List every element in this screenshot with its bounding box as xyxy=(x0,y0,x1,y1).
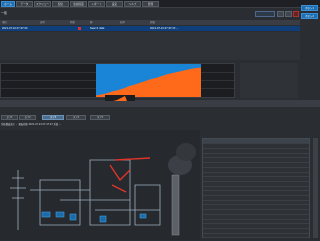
secondary-toolbar xyxy=(0,100,320,107)
tab-help[interactable]: ヘルプ xyxy=(124,1,141,7)
col-header: 状態 xyxy=(70,21,75,24)
minimize-button[interactable] xyxy=(277,11,284,17)
sub-tab-5[interactable]: タブ5 xyxy=(90,115,110,120)
area-chart xyxy=(96,64,201,97)
sub-tab-1[interactable]: タブ1 xyxy=(1,115,18,120)
data-table xyxy=(202,138,310,239)
sub-tab-2[interactable]: タブ2 xyxy=(19,115,36,120)
cell-value: Search data xyxy=(90,27,105,30)
tab-admin[interactable]: 管理 xyxy=(142,1,159,7)
close-icon[interactable] xyxy=(293,11,299,17)
tab-report[interactable]: レポート xyxy=(88,1,105,7)
mini-chart xyxy=(105,95,135,101)
cell-datetime: 2021-07-01 07:47:00 xyxy=(2,27,28,30)
side-button-1[interactable]: ボタン1 xyxy=(301,5,318,11)
table-row[interactable] xyxy=(203,233,309,239)
side-button-2[interactable]: ボタン2 xyxy=(301,13,318,19)
tab-data[interactable]: データ xyxy=(16,1,33,7)
tab-settings[interactable]: 設定 xyxy=(106,1,123,7)
system-diagram xyxy=(0,130,200,240)
tab-home[interactable]: ホーム xyxy=(1,1,15,7)
col-header: 項目 xyxy=(2,21,7,24)
tab-delivery[interactable]: 配信 xyxy=(52,1,69,7)
window-title: 一覧 xyxy=(1,11,8,15)
maximize-button[interactable] xyxy=(285,11,292,17)
table-scrollbar[interactable] xyxy=(313,138,318,238)
sub-tab-3[interactable]: タブ3 xyxy=(42,115,64,120)
col-header: 詳細 xyxy=(150,21,155,24)
cell-detail: 2021-07-01 07:47:23 ... xyxy=(150,27,179,30)
list-header: 項目 日時 状態 値 名称 詳細 xyxy=(0,20,300,25)
search-input[interactable] xyxy=(255,11,275,17)
chart-panel xyxy=(0,63,235,98)
info-line: 系統構成表示 ・ 運転状態 2021-07-01 07:47:23 系統 ... xyxy=(1,123,62,126)
chart-legend-area xyxy=(240,63,298,98)
list-item-selected[interactable]: 2021-07-01 07:47:00 Search data 2021-07-… xyxy=(0,26,300,31)
col-header: 名称 xyxy=(120,21,125,24)
col-header: 値 xyxy=(90,21,93,24)
status-indicator-icon xyxy=(78,27,81,30)
tab-monitor[interactable]: 監視画面 xyxy=(70,1,87,7)
list-body xyxy=(0,32,300,60)
col-header: 日時 xyxy=(40,21,45,24)
sub-tab-4[interactable]: タブ4 xyxy=(66,115,86,120)
tab-schedule[interactable]: スケジュール xyxy=(34,1,51,7)
